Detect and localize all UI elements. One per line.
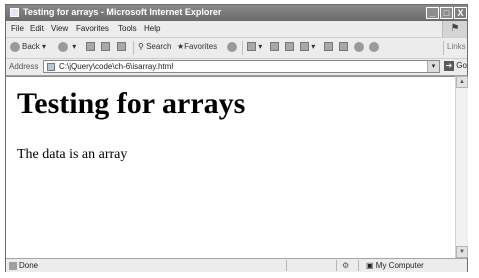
discuss-button[interactable] [324,42,333,52]
scroll-up-icon[interactable]: ▲ [456,76,468,88]
discuss-icon [324,42,333,52]
standard-toolbar: Back ▾ ▾ ⚲ Search ★Favorites ▾ ▾ Links [6,38,467,59]
favorites-button[interactable]: ★Favorites [177,42,217,51]
address-field[interactable]: C:\jQuery\code\ch-6\isarray.html ▾ [43,60,440,73]
mail-button[interactable] [270,42,279,52]
search-button[interactable]: ⚲ Search [138,42,171,51]
toolbar-separator [133,41,134,55]
window-title: Testing for arrays - Microsoft Internet … [23,7,222,17]
page-icon [47,63,55,71]
status-divider [336,260,337,271]
toolbar-separator [242,41,243,55]
page-status-icon [9,261,17,270]
ie-app-icon[interactable] [10,8,19,17]
menu-tools[interactable]: Tools [118,24,137,33]
menu-favorites[interactable]: Favorites [76,24,109,33]
zone-label: My Computer [375,261,424,270]
home-icon [117,42,126,52]
security-zone: ▣ My Computer [366,261,424,270]
messenger-icon [354,42,364,52]
minimize-button[interactable]: _ [426,7,439,19]
back-label: Back [22,42,40,52]
refresh-icon [101,42,110,52]
forward-button[interactable]: ▾ [58,42,76,52]
favorites-label: Favorites [184,42,218,51]
address-bar: Address C:\jQuery\code\ch-6\isarray.html… [6,59,467,76]
go-label: Go [456,61,467,71]
media-button[interactable] [227,42,239,52]
go-button[interactable]: ➜ Go [444,61,467,71]
status-bar: Done ⚙ ▣ My Computer [6,258,467,272]
links-button[interactable]: Links [447,42,466,51]
title-bar[interactable]: Testing for arrays - Microsoft Internet … [6,5,467,21]
toolbar-separator [443,41,444,55]
status-text: Done [9,261,38,270]
windows-flag-icon: ⚑ [442,21,467,37]
home-button[interactable] [117,42,126,52]
go-arrow-icon: ➜ [444,61,454,71]
print-icon [285,42,294,52]
print-button[interactable] [285,42,294,52]
status-divider [286,260,287,271]
menu-bar: File Edit View Favorites Tools Help ⚑ [6,21,467,38]
history-button[interactable]: ▾ [247,42,262,52]
scroll-down-icon[interactable]: ▼ [456,246,468,258]
search-icon: ⚲ [138,42,144,51]
stop-button[interactable] [86,42,95,52]
page-heading: Testing for arrays [17,87,246,120]
refresh-button[interactable] [101,42,110,52]
menu-edit[interactable]: Edit [30,24,44,33]
edit-button[interactable]: ▾ [300,42,315,52]
history-icon [247,42,256,52]
close-button[interactable]: X [454,7,467,19]
menu-file[interactable]: File [11,24,24,33]
research-button[interactable] [339,42,348,52]
page-content: Testing for arrays The data is an array [6,76,455,259]
address-url[interactable]: C:\jQuery\code\ch-6\isarray.html [59,62,173,71]
research-icon [339,42,348,52]
tool-icon [369,42,379,52]
vertical-scrollbar[interactable]: ▲ ▼ [455,76,468,258]
menu-view[interactable]: View [51,24,68,33]
mail-icon [270,42,279,52]
back-button[interactable]: Back ▾ [10,42,46,52]
tool-button[interactable] [369,42,381,52]
address-dropdown-icon[interactable]: ▾ [427,61,439,72]
back-arrow-icon [10,42,20,52]
edit-icon [300,42,309,52]
computer-icon: ▣ [366,261,374,270]
security-icon: ⚙ [342,261,350,270]
messenger-button[interactable] [354,42,366,52]
status-divider [358,260,359,271]
media-icon [227,42,237,52]
browser-window: Testing for arrays - Microsoft Internet … [5,4,468,272]
maximize-button[interactable]: □ [440,7,453,19]
forward-arrow-icon [58,42,68,52]
address-label: Address [9,62,39,71]
page-message: The data is an array [17,147,128,162]
status-label: Done [19,261,39,270]
stop-icon [86,42,95,52]
menu-help[interactable]: Help [144,24,160,33]
search-label: Search [146,42,172,51]
